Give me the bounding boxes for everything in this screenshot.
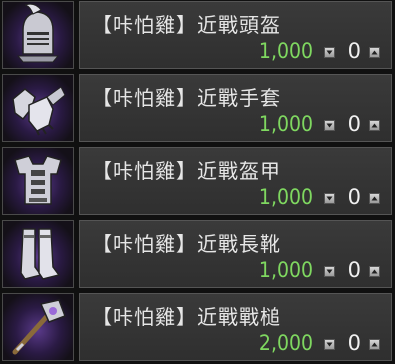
item-price: 1,000: [258, 185, 313, 209]
increase-quantity-button[interactable]: [369, 47, 380, 58]
increase-quantity-button[interactable]: [369, 266, 380, 277]
item-price: 1,000: [258, 258, 313, 282]
decrease-quantity-button[interactable]: [324, 339, 335, 350]
item-name: 【咔怕雞】近戰戰槌: [92, 305, 281, 329]
hammer-icon: [2, 293, 74, 361]
shop-item-row[interactable]: 【咔怕雞】近戰頭盔 1,000 0: [0, 0, 395, 72]
item-quantity: 0: [347, 331, 361, 355]
shop-item-row[interactable]: 【咔怕雞】近戰手套 1,000 0: [0, 73, 395, 145]
arrow-down-icon: [326, 269, 333, 274]
arrow-down-icon: [326, 50, 333, 55]
arrow-down-icon: [326, 342, 333, 347]
item-quantity: 0: [347, 185, 361, 209]
arrow-up-icon: [371, 269, 378, 274]
item-panel: 【咔怕雞】近戰盔甲 1,000 0: [79, 147, 392, 215]
decrease-quantity-button[interactable]: [324, 47, 335, 58]
arrow-down-icon: [326, 196, 333, 201]
item-panel: 【咔怕雞】近戰戰槌 2,000 0: [79, 293, 392, 361]
shop-item-row[interactable]: 【咔怕雞】近戰盔甲 1,000 0: [0, 146, 395, 218]
increase-quantity-button[interactable]: [369, 193, 380, 204]
item-price: 1,000: [258, 112, 313, 136]
item-quantity: 0: [347, 258, 361, 282]
item-panel: 【咔怕雞】近戰長靴 1,000 0: [79, 220, 392, 288]
increase-quantity-button[interactable]: [369, 339, 380, 350]
arrow-down-icon: [326, 123, 333, 128]
helmet-icon: [2, 1, 74, 69]
gloves-icon: [2, 74, 74, 142]
item-name: 【咔怕雞】近戰長靴: [92, 232, 281, 256]
decrease-quantity-button[interactable]: [324, 266, 335, 277]
item-name: 【咔怕雞】近戰手套: [92, 86, 281, 110]
item-panel: 【咔怕雞】近戰手套 1,000 0: [79, 74, 392, 142]
item-price: 2,000: [258, 331, 313, 355]
arrow-up-icon: [371, 123, 378, 128]
increase-quantity-button[interactable]: [369, 120, 380, 131]
shop-item-list: 【咔怕雞】近戰頭盔 1,000 0 【咔怕雞】近戰手套 1,000 0 【咔怕雞…: [0, 0, 395, 364]
decrease-quantity-button[interactable]: [324, 120, 335, 131]
item-name: 【咔怕雞】近戰頭盔: [92, 13, 281, 37]
arrow-up-icon: [371, 342, 378, 347]
decrease-quantity-button[interactable]: [324, 193, 335, 204]
item-price: 1,000: [258, 39, 313, 63]
arrow-up-icon: [371, 196, 378, 201]
shop-item-row[interactable]: 【咔怕雞】近戰戰槌 2,000 0: [0, 292, 395, 364]
arrow-up-icon: [371, 50, 378, 55]
armor-icon: [2, 147, 74, 215]
shop-item-row[interactable]: 【咔怕雞】近戰長靴 1,000 0: [0, 219, 395, 291]
item-quantity: 0: [347, 39, 361, 63]
item-name: 【咔怕雞】近戰盔甲: [92, 159, 281, 183]
item-panel: 【咔怕雞】近戰頭盔 1,000 0: [79, 1, 392, 69]
boots-icon: [2, 220, 74, 288]
item-quantity: 0: [347, 112, 361, 136]
